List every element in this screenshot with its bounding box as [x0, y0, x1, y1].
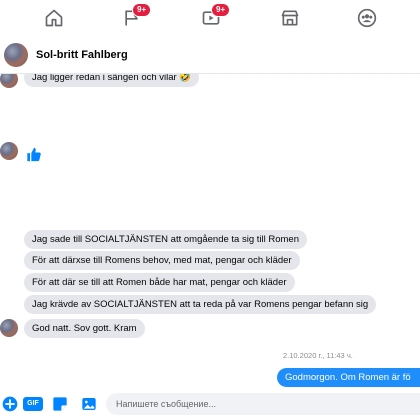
- image-icon: [81, 397, 96, 410]
- groups-icon: [357, 8, 377, 28]
- gif-button[interactable]: GIF: [22, 395, 44, 412]
- outgoing-message-bubble[interactable]: Godmorgon. Om Romen är fö: [277, 368, 420, 387]
- sticker-button[interactable]: [51, 395, 68, 412]
- gif-icon: GIF: [23, 396, 43, 411]
- thumbs-up-icon[interactable]: [26, 146, 42, 163]
- message-bubble[interactable]: För att därxse till Romens behov, med ma…: [24, 251, 300, 270]
- notification-badge: 9+: [211, 3, 231, 17]
- sticker-icon: [52, 396, 67, 411]
- top-navigation: 9+ 9+: [0, 0, 420, 36]
- message-bubble[interactable]: För att där se till att Romen både har m…: [24, 273, 295, 292]
- marketplace-icon: [281, 10, 299, 26]
- photo-button[interactable]: [80, 395, 97, 412]
- avatar[interactable]: [0, 74, 18, 88]
- nav-home[interactable]: [38, 4, 70, 32]
- contact-name[interactable]: Sol-britt Fahlberg: [36, 49, 128, 61]
- avatar[interactable]: [0, 319, 18, 337]
- message-bubble[interactable]: Jag krävde av SOCIALTJÄNSTEN att ta reda…: [24, 295, 377, 314]
- avatar[interactable]: [4, 43, 28, 67]
- avatar[interactable]: [0, 142, 18, 160]
- nav-groups[interactable]: [351, 4, 383, 32]
- message-input[interactable]: [106, 393, 420, 415]
- nav-marketplace[interactable]: [274, 4, 306, 32]
- message-bubble[interactable]: Jag sade till SOCIALTJÄNSTEN att omgåend…: [24, 230, 307, 249]
- more-actions-button[interactable]: [1, 395, 18, 412]
- nav-pages[interactable]: 9+: [116, 3, 152, 32]
- plus-circle-icon: [2, 396, 17, 411]
- message-bubble[interactable]: God natt. Sov gott. Kram: [24, 319, 145, 338]
- message-timestamp: 2.10.2020 г., 11:43 ч.: [283, 351, 353, 360]
- conversation-header: Sol-britt Fahlberg: [0, 38, 420, 74]
- home-icon: [45, 9, 63, 27]
- nav-watch[interactable]: 9+: [195, 3, 231, 32]
- notification-badge: 9+: [132, 3, 152, 17]
- message-composer: GIF: [0, 387, 420, 420]
- message-bubble[interactable]: Jag ligger redan i sängen och vilar 🤣: [24, 74, 200, 87]
- message-thread[interactable]: Jag ligger redan i sängen och vilar 🤣 Ja…: [0, 74, 420, 387]
